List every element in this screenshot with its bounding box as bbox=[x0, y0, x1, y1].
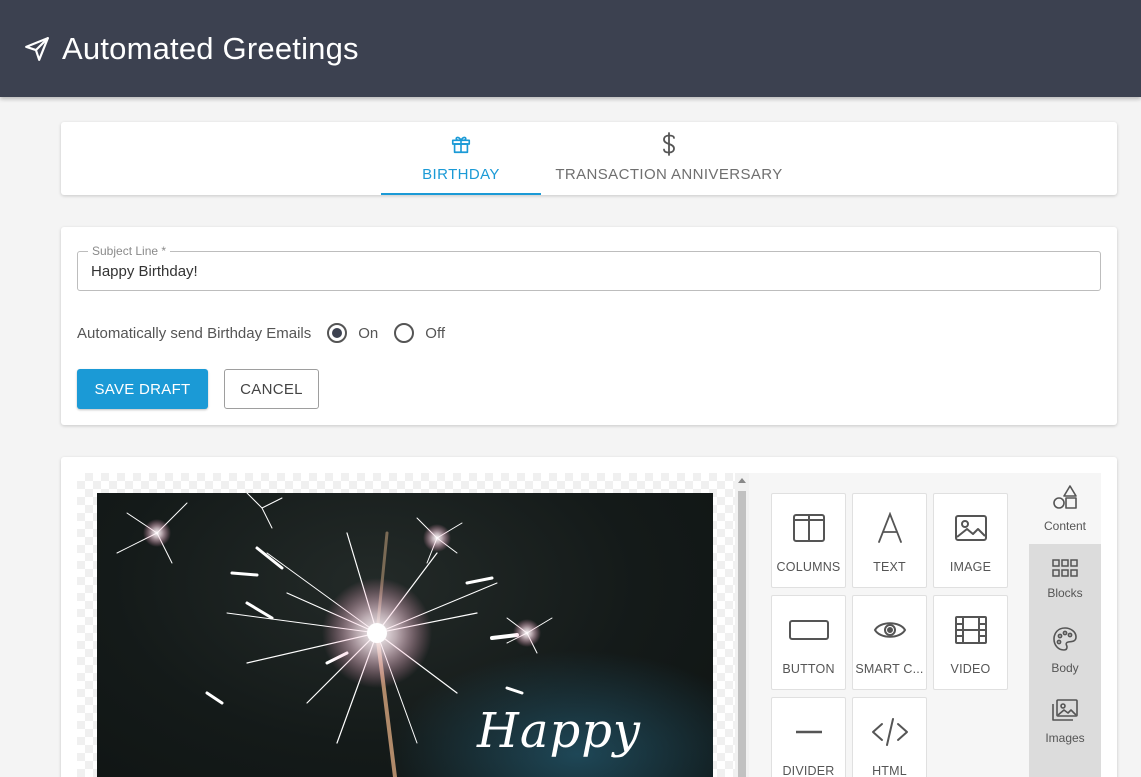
app-header: Automated Greetings bbox=[0, 0, 1141, 97]
sparkler-image[interactable]: Happy bbox=[97, 493, 713, 777]
tab-label: BIRTHDAY bbox=[422, 166, 500, 183]
tool-divider[interactable]: DIVIDER bbox=[771, 697, 846, 777]
nav-label: Content bbox=[1043, 519, 1087, 533]
radio-off-label: Off bbox=[425, 324, 446, 342]
nav-content[interactable]: Content bbox=[1029, 473, 1101, 544]
email-canvas[interactable]: Happy bbox=[77, 473, 735, 777]
save-draft-button[interactable]: SAVE DRAFT bbox=[77, 369, 208, 409]
tabs-card: BIRTHDAY TRANSACTION ANNIVERSARY bbox=[61, 122, 1117, 195]
scroll-up-icon[interactable] bbox=[738, 478, 746, 483]
canvas-scrollbar[interactable] bbox=[735, 473, 749, 777]
nav-body[interactable]: Body bbox=[1029, 615, 1101, 686]
image-caption: Happy bbox=[477, 703, 642, 759]
tool-label: TEXT bbox=[873, 560, 906, 574]
settings-card: Subject Line * Automatically send Birthd… bbox=[61, 227, 1117, 425]
nav-blocks[interactable]: Blocks bbox=[1029, 544, 1101, 615]
page-title: Automated Greetings bbox=[62, 30, 359, 66]
radio-on-indicator[interactable] bbox=[327, 323, 348, 343]
grid-icon bbox=[1052, 559, 1078, 582]
tool-label: HTML bbox=[872, 764, 907, 777]
nav-label: Body bbox=[1051, 661, 1079, 675]
paper-plane-icon bbox=[24, 36, 50, 62]
images-icon bbox=[1051, 698, 1079, 727]
tool-label: IMAGE bbox=[949, 560, 992, 574]
tool-label: VIDEO bbox=[950, 662, 991, 676]
auto-send-label: Automatically send Birthday Emails bbox=[77, 324, 312, 342]
tool-label: DIVIDER bbox=[782, 764, 835, 777]
subject-line-field: Subject Line * bbox=[77, 244, 1101, 291]
tool-video[interactable]: VIDEO bbox=[933, 595, 1008, 690]
tool-text[interactable]: TEXT bbox=[852, 493, 927, 588]
tool-label: BUTTON bbox=[782, 662, 835, 676]
tool-label: SMART C... bbox=[855, 662, 924, 676]
nav-label: Images bbox=[1045, 731, 1085, 745]
nav-images[interactable]: Images bbox=[1029, 686, 1101, 757]
divider-icon bbox=[794, 716, 824, 748]
gift-icon bbox=[450, 132, 472, 156]
auto-send-row: Automatically send Birthday Emails On Of… bbox=[77, 321, 445, 345]
editor-side-nav: Content Blocks Body Images bbox=[1029, 473, 1101, 777]
radio-off-indicator[interactable] bbox=[394, 323, 415, 343]
tab-transaction-anniversary[interactable]: TRANSACTION ANNIVERSARY bbox=[541, 122, 797, 195]
eye-icon bbox=[873, 614, 907, 646]
dollar-icon bbox=[661, 132, 677, 156]
palette-icon bbox=[1052, 626, 1078, 657]
scroll-thumb[interactable] bbox=[738, 491, 746, 777]
nav-label: Blocks bbox=[1047, 586, 1083, 600]
button-icon bbox=[788, 614, 830, 646]
radio-on[interactable]: On bbox=[327, 323, 378, 343]
subject-line-input[interactable] bbox=[78, 252, 1100, 290]
tab-birthday[interactable]: BIRTHDAY bbox=[381, 122, 541, 195]
tool-html[interactable]: HTML bbox=[852, 697, 927, 777]
shapes-icon bbox=[1052, 484, 1078, 515]
email-editor: Happy COLUMNS TEXT IMAGE BUTTON SMART C.… bbox=[61, 457, 1117, 777]
tool-label: COLUMNS bbox=[776, 560, 841, 574]
film-icon bbox=[954, 614, 988, 646]
content-tools-panel: COLUMNS TEXT IMAGE BUTTON SMART C... VID… bbox=[749, 473, 1029, 777]
radio-off[interactable]: Off bbox=[394, 323, 445, 343]
code-icon bbox=[870, 716, 910, 748]
tool-smart-content[interactable]: SMART C... bbox=[852, 595, 927, 690]
text-icon bbox=[876, 512, 904, 544]
tab-label: TRANSACTION ANNIVERSARY bbox=[555, 166, 783, 183]
cancel-button[interactable]: CANCEL bbox=[224, 369, 319, 409]
tool-button[interactable]: BUTTON bbox=[771, 595, 846, 690]
image-icon bbox=[954, 512, 988, 544]
radio-on-label: On bbox=[358, 324, 379, 342]
columns-icon bbox=[792, 512, 826, 544]
tool-columns[interactable]: COLUMNS bbox=[771, 493, 846, 588]
tool-image[interactable]: IMAGE bbox=[933, 493, 1008, 588]
